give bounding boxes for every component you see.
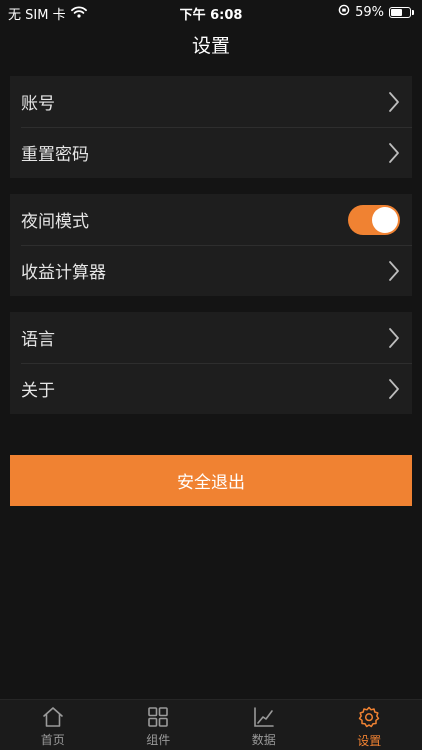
- row-label: 语言: [21, 330, 55, 350]
- nav-header: 设置: [0, 22, 422, 66]
- night-mode-toggle[interactable]: [348, 204, 400, 235]
- row-label: 收益计算器: [21, 263, 106, 283]
- chevron-right-icon: [388, 91, 400, 113]
- status-right: 59%: [338, 4, 414, 20]
- row-account[interactable]: 账号: [10, 76, 412, 127]
- row-night-mode: 夜间模式: [10, 194, 412, 245]
- battery-icon: [389, 6, 411, 18]
- chevron-right-icon: [388, 142, 400, 164]
- row-label: 关于: [21, 381, 55, 401]
- tab-label: 设置: [357, 734, 382, 748]
- toggle-knob: [372, 206, 398, 233]
- tab-label: 数据: [251, 733, 276, 747]
- tab-label: 组件: [146, 733, 171, 747]
- settings-group-account: 账号 重置密码: [10, 76, 412, 178]
- row-about[interactable]: 关于: [10, 363, 412, 414]
- tab-bar: 首页 组件 数据 设置: [0, 699, 422, 750]
- row-label: 重置密码: [21, 145, 89, 165]
- battery-fill: [391, 8, 402, 16]
- grid-icon: [147, 706, 169, 728]
- tab-data[interactable]: 数据: [211, 700, 317, 750]
- chart-icon: [253, 706, 275, 728]
- home-icon: [41, 706, 65, 728]
- row-label: 账号: [21, 94, 55, 114]
- gear-icon: [357, 705, 381, 729]
- status-bar: 无 SIM 卡 下午 6:08 59%: [0, 0, 422, 23]
- chevron-right-icon: [388, 378, 400, 400]
- logout-button[interactable]: 安全退出: [10, 455, 412, 506]
- battery-tip: [412, 9, 414, 15]
- row-label: 夜间模式: [21, 212, 89, 232]
- battery-percent: 59%: [355, 4, 384, 20]
- tab-settings[interactable]: 设置: [317, 700, 422, 750]
- row-reset-password[interactable]: 重置密码: [10, 127, 412, 178]
- chevron-right-icon: [388, 260, 400, 282]
- row-profit-calculator[interactable]: 收益计算器: [10, 245, 412, 296]
- page-title: 设置: [191, 34, 230, 57]
- orientation-lock-icon: [338, 4, 350, 20]
- settings-group-tools: 夜间模式 收益计算器: [10, 194, 412, 296]
- tab-components[interactable]: 组件: [106, 700, 212, 750]
- settings-group-misc: 语言 关于: [10, 312, 412, 414]
- tab-home[interactable]: 首页: [0, 700, 106, 750]
- row-language[interactable]: 语言: [10, 312, 412, 363]
- tab-label: 首页: [40, 733, 65, 747]
- chevron-right-icon: [388, 327, 400, 349]
